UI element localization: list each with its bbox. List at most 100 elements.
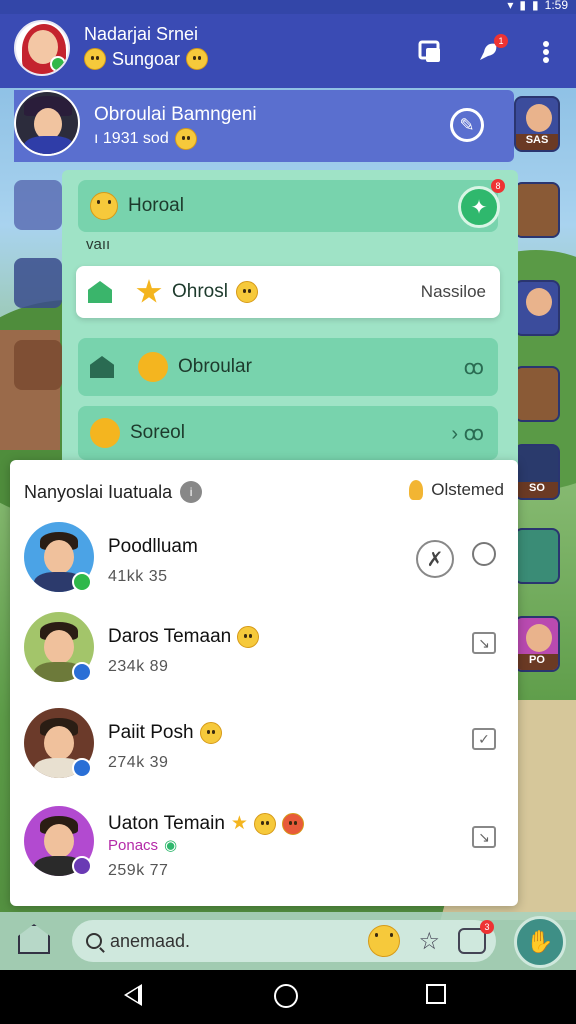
checkbox-icon: ↘ <box>472 826 496 848</box>
menu-header-row[interactable]: Horoal ×8 <box>78 180 498 232</box>
friends-card: Nanyoslai Iuatuala i Olstemed Poodlluam … <box>10 460 518 906</box>
friend-tag: Ponacs ◉ <box>108 836 178 855</box>
star-icon: ★ <box>230 813 248 834</box>
side-character-tile[interactable]: PO <box>514 616 560 672</box>
menu-item-label: Soreol <box>130 422 185 443</box>
radio-icon <box>472 542 496 566</box>
gallery-icon[interactable]: 3 <box>458 920 494 954</box>
checkbox-icon: ✓ <box>472 728 496 750</box>
profile-avatar[interactable] <box>14 90 80 156</box>
smile-emoji-icon <box>199 722 222 744</box>
chevron-right-icon: › ꝏ <box>451 422 484 445</box>
friend-select-radio[interactable] <box>472 542 498 568</box>
online-status-indicator <box>72 572 92 592</box>
side-character-tile[interactable]: SO <box>514 444 560 500</box>
friend-name: Paiit Posh <box>108 722 222 744</box>
invite-icon: ✗ <box>426 548 444 571</box>
gamepad-icon: ✦ <box>470 196 488 219</box>
side-tile-label <box>516 184 558 236</box>
back-icon[interactable] <box>124 984 142 1006</box>
left-character-tile[interactable] <box>14 258 62 308</box>
status-indicator <box>72 662 92 682</box>
home-icon <box>88 281 112 303</box>
notification-button[interactable]: 1 <box>472 34 508 68</box>
gallery-badge: 3 <box>480 920 494 934</box>
app-subtitle-text: Sungoar <box>112 48 181 69</box>
status-indicator <box>72 856 92 876</box>
star-outline-icon[interactable]: ☆ <box>418 927 440 956</box>
profile-action-button[interactable]: ✎ <box>450 108 484 142</box>
system-navigation-bar <box>0 970 576 1024</box>
more-vert-icon <box>543 41 549 63</box>
friend-row[interactable]: Daros Temaan 234k 89 ↘ <box>10 612 518 708</box>
profile-bar[interactable]: Obroulai Bamngeni ı 1931 sod ✎ <box>14 90 514 162</box>
friends-header: Nanyoslai Iuatuala i Olstemed <box>24 480 504 504</box>
app-subtitle: Sungoar <box>84 48 209 70</box>
profile-stats: ı 1931 sod <box>94 128 197 150</box>
side-character-tile[interactable] <box>514 280 560 336</box>
signal-icon: ▮ <box>519 0 527 12</box>
side-character-tile[interactable] <box>514 528 560 584</box>
voice-button[interactable]: ✋ <box>514 916 566 968</box>
friend-select-checkbox[interactable]: ✓ <box>472 728 498 754</box>
mic-icon: ✋ <box>526 929 554 954</box>
smile-emoji-icon <box>237 626 260 648</box>
friend-row[interactable]: Paiit Posh 274k 39 ✓ <box>10 708 518 804</box>
link-icon: ꝏ <box>463 356 484 379</box>
sort-button[interactable]: Olstemed <box>409 480 504 500</box>
home-circle-icon[interactable] <box>274 984 298 1008</box>
star-icon <box>136 279 162 303</box>
grin-emoji-icon <box>186 48 209 70</box>
menu-item-label: Obroular <box>178 356 252 377</box>
menu-item-obroular[interactable]: Obroular ꝏ <box>78 338 498 396</box>
checkbox-icon: ↘ <box>472 632 496 654</box>
search-placeholder: anemaad. <box>110 930 191 951</box>
friend-row[interactable]: Uaton Temain ★ Ponacs ◉ 259k 77 ↘ <box>10 806 518 902</box>
heart-emoji-icon <box>281 812 304 835</box>
side-tile-label: SAS <box>516 134 558 150</box>
left-home-tile[interactable] <box>14 180 62 230</box>
app-bar: Nadarjai Srnei Sungoar 1 <box>0 14 576 88</box>
bottom-bar: anemaad. ☆ 3 ✋ <box>0 912 576 970</box>
friend-select-checkbox[interactable]: ↘ <box>472 632 498 658</box>
user-avatar[interactable] <box>14 20 70 76</box>
side-tile-label: SO <box>516 482 558 498</box>
friend-select-checkbox[interactable]: ↘ <box>472 826 498 852</box>
game-button[interactable]: ✦ 8 <box>458 179 505 228</box>
friends-title: Nanyoslai Iuatuala <box>24 481 173 502</box>
menu-panel: Horoal ×8 vaıı Ohrosl Nassiloe Obroular … <box>62 170 518 470</box>
menu-item-label: Ohrosl <box>172 281 228 302</box>
friend-name: Daros Temaan <box>108 626 260 648</box>
friend-name: Poodlluam <box>108 536 198 557</box>
menu-item-ohrosl[interactable]: Ohrosl Nassiloe <box>76 266 500 318</box>
wifi-icon: ▾ <box>507 0 514 12</box>
info-icon[interactable]: i <box>180 481 203 503</box>
search-bar[interactable]: anemaad. ☆ 3 <box>72 920 496 962</box>
game-badge: 8 <box>491 179 505 193</box>
smile-emoji-icon <box>84 48 106 70</box>
smile-emoji-icon <box>174 128 197 150</box>
more-options-button[interactable] <box>530 36 562 68</box>
friend-row[interactable]: Poodlluam 41kk 35 ✗ <box>10 522 518 618</box>
home-icon <box>90 356 114 378</box>
invite-button[interactable]: ✗ <box>416 540 454 578</box>
contacts-button[interactable] <box>414 36 446 68</box>
recent-apps-icon[interactable] <box>426 984 446 1004</box>
menu-item-soreol[interactable]: Soreol › ꝏ <box>78 406 498 460</box>
menu-header-label: Horoal <box>128 195 184 216</box>
home-icon[interactable] <box>18 924 50 954</box>
side-character-tile[interactable] <box>514 182 560 238</box>
left-character-tile[interactable] <box>14 340 62 390</box>
sort-label: Olstemed <box>431 480 504 499</box>
status-time: 1:59 <box>544 0 568 12</box>
search-icon <box>86 933 102 949</box>
side-character-tile[interactable] <box>514 366 560 422</box>
emoji-picker-icon[interactable] <box>368 925 401 957</box>
smile-emoji-icon <box>235 281 258 303</box>
status-bar: ▾ ▮ ▮ 1:59 <box>0 0 576 14</box>
bulb-icon <box>409 480 424 500</box>
side-character-tile[interactable]: SAS <box>514 96 560 152</box>
smile-emoji-icon <box>253 812 276 835</box>
menu-section-label: vaıı <box>86 236 111 253</box>
battery-icon: ▮ <box>532 0 539 12</box>
